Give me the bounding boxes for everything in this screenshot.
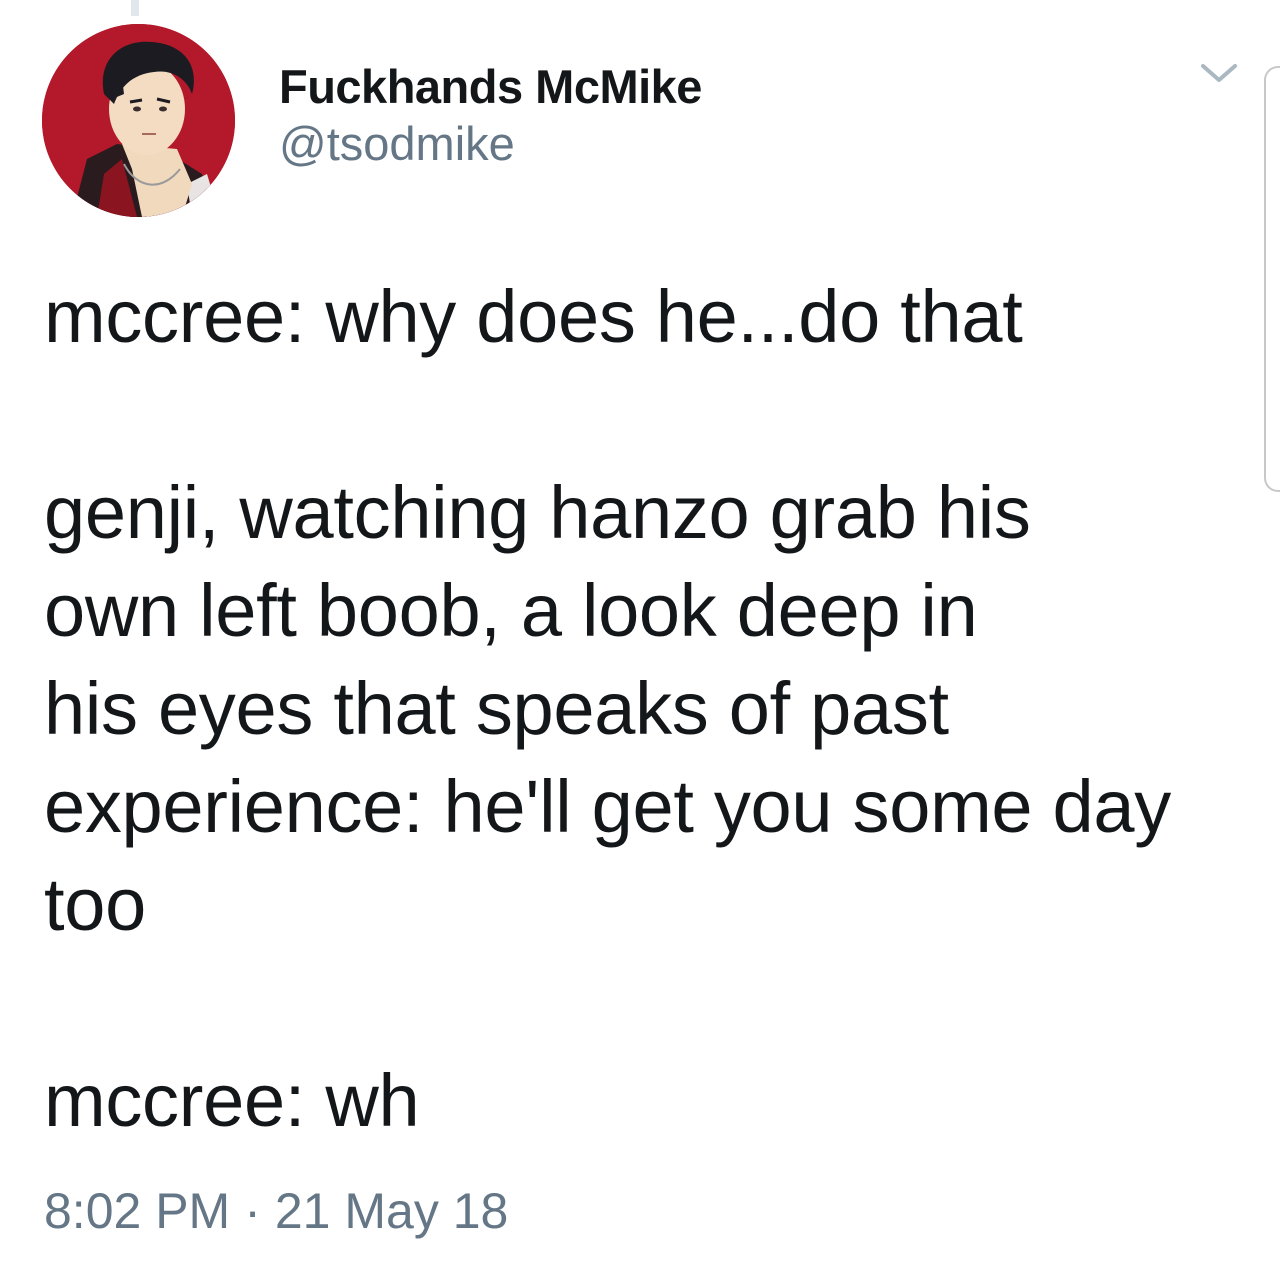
tweet-author[interactable]: Fuckhands McMike @tsodmike (279, 58, 702, 172)
tweet-time: 8:02 PM (44, 1183, 231, 1239)
timestamp-separator: · (244, 1183, 261, 1239)
tweet-date: 21 May 18 (274, 1183, 509, 1239)
thread-connector-line (131, 0, 139, 16)
tweet-text: mccree: why does he...do that genji, wat… (44, 268, 1254, 1150)
author-handle[interactable]: @tsodmike (279, 116, 702, 172)
tweet-text-line: own left boob, a look deep in (44, 569, 978, 652)
tweet-timestamp[interactable]: 8:02 PM · 21 May 18 (44, 1180, 508, 1242)
author-display-name[interactable]: Fuckhands McMike (279, 58, 702, 116)
avatar-illustration (42, 24, 235, 217)
tweet-text-line: mccree: why does he...do that (44, 275, 1023, 358)
chevron-down-icon[interactable] (1197, 58, 1241, 88)
tweet-text-line: mccree: wh (44, 1059, 420, 1142)
scrollbar[interactable] (1264, 66, 1280, 492)
tweet-text-line: genji, watching hanzo grab his (44, 471, 1031, 554)
avatar[interactable] (42, 24, 235, 217)
tweet-text-line: his eyes that speaks of past (44, 667, 949, 750)
tweet-text-line: too (44, 863, 146, 946)
tweet-text-line: experience: he'll get you some day (44, 765, 1171, 848)
